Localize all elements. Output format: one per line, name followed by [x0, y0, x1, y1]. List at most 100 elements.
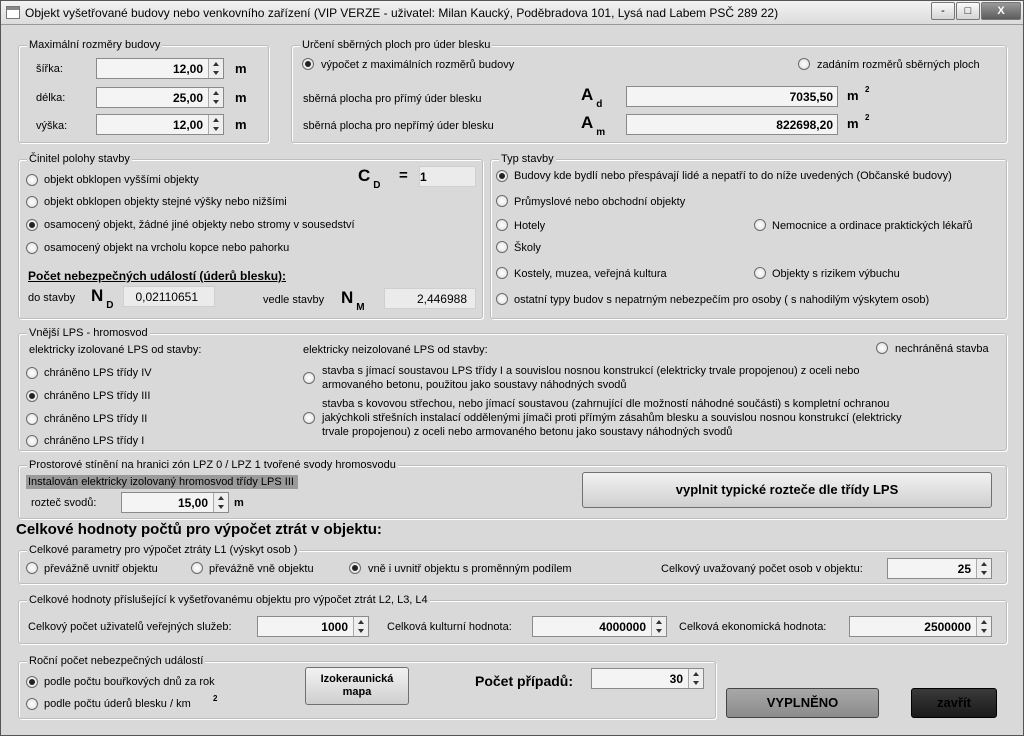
close-button[interactable]: zavřít [911, 688, 997, 718]
am-symbol: Am [581, 113, 606, 138]
position-isolated-label: osamocený objekt, žádné jiné objekty neb… [44, 219, 355, 231]
mostly-inside-label: převážně uvnitř objektu [44, 563, 158, 575]
radio-nonisolated-metal-roof[interactable] [303, 412, 315, 424]
app-window-icon [6, 6, 20, 19]
type-explosion-risk-label: Objekty s rizikem výbuchu [772, 268, 900, 280]
cultural-value-label: Celková kulturní hodnota: [387, 621, 512, 633]
persons-input[interactable]: 25 [887, 558, 992, 579]
economic-value-spinner[interactable] [976, 617, 991, 636]
radio-unprotected[interactable] [876, 342, 888, 354]
radio-type-hotels[interactable] [496, 219, 508, 231]
direct-area-unit-sup: 2 [865, 85, 870, 94]
lps-iv-label: chráněno LPS třídy IV [44, 367, 152, 379]
done-button[interactable]: VYPLNĚNO [726, 688, 879, 718]
mostly-outside-label: převážně vně objektu [209, 563, 314, 575]
nm-value: 2,446988 [384, 288, 476, 309]
annual-events-legend: Roční počet nebezpečných událostí [27, 655, 206, 667]
width-input[interactable]: 12,00 [96, 58, 224, 79]
nd-symbol: ND [91, 286, 114, 311]
radio-lps-i[interactable] [26, 435, 38, 447]
isokeraunic-map-button[interactable]: Izokeraunická mapa [305, 667, 409, 705]
height-label: výška: [36, 120, 68, 132]
cd-equals: = [399, 167, 408, 184]
spacing-input[interactable]: 15,00 [121, 492, 229, 513]
lps-i-label: chráněno LPS třídy I [44, 435, 145, 447]
radio-type-residential[interactable] [496, 170, 508, 182]
external-lps-legend: Vnější LPS - hromosvod [27, 327, 150, 339]
cultural-value-spinner[interactable] [651, 617, 666, 636]
public-users-input[interactable]: 1000 [257, 616, 369, 637]
height-unit: m [235, 117, 247, 132]
indirect-area-value[interactable]: 822698,20 [626, 114, 838, 135]
radio-position-same[interactable] [26, 196, 38, 208]
radio-lps-iii[interactable] [26, 390, 38, 402]
ad-symbol: Ad [581, 85, 603, 110]
radio-strikes-per-km2[interactable] [26, 698, 38, 710]
installed-lps-banner: Instalován elektricky izolovaný hromosvo… [26, 475, 298, 489]
direct-area-unit: m [847, 88, 859, 103]
max-dimensions-legend: Maximální rozměry budovy [27, 39, 163, 51]
cases-input[interactable]: 30 [591, 668, 704, 689]
dialog-window: Objekt vyšetřované budovy nebo venkovníh… [0, 0, 1024, 736]
radio-calc-from-dimensions[interactable] [302, 58, 314, 70]
spacing-label: rozteč svodů: [31, 497, 97, 509]
nonisolated-metal-roof-line1: stavba s kovovou střechou, nebo jímací s… [322, 398, 890, 410]
strikes-per-km2-label: podle počtu úderů blesku / km [44, 698, 191, 710]
radio-enter-areas[interactable] [798, 58, 810, 70]
direct-area-value[interactable]: 7035,50 [626, 86, 838, 107]
width-label: šířka: [36, 63, 63, 75]
cases-spinner[interactable] [688, 669, 703, 688]
nonisolated-metal-roof-line3: trvale propojenou) z oceli nebo armované… [322, 426, 733, 438]
isokeraunic-map-button-line2: mapa [342, 686, 372, 698]
height-spinner[interactable] [208, 115, 223, 134]
collecting-areas-legend: Určení sběrných ploch pro úder blesku [300, 39, 493, 51]
position-taller-label: objekt obklopen vyššími objekty [44, 174, 199, 186]
radio-position-isolated[interactable] [26, 219, 38, 231]
cd-value: 1 [419, 166, 476, 187]
radio-type-schools[interactable] [496, 241, 508, 253]
isolated-lps-heading: elektricky izolované LPS od stavby: [29, 344, 202, 356]
persons-spinner[interactable] [976, 559, 991, 578]
radio-nonisolated-steel[interactable] [303, 372, 315, 384]
width-unit: m [235, 61, 247, 76]
calc-from-dimensions-label: výpočet z maximálních rozměrů budovy [321, 59, 515, 71]
close-window-button[interactable]: X [981, 2, 1021, 20]
type-industrial-label: Průmyslové nebo obchodní objekty [514, 196, 686, 208]
nd-value: 0,02110651 [123, 286, 215, 307]
type-churches-label: Kostely, muzea, veřejná kultura [514, 268, 667, 280]
unprotected-label: nechráněná stavba [895, 343, 989, 355]
lps-iii-label: chráněno LPS třídy III [44, 390, 151, 402]
radio-lps-ii[interactable] [26, 413, 38, 425]
radio-thunderstorm-days[interactable] [26, 676, 38, 688]
width-spinner[interactable] [208, 59, 223, 78]
radio-type-explosion-risk[interactable] [754, 267, 766, 279]
length-input[interactable]: 25,00 [96, 87, 224, 108]
totals-heading: Celkové hodnoty počtů pro výpočet ztrát … [16, 521, 382, 538]
position-same-label: objekt obklopen objekty stejné výšky neb… [44, 196, 287, 208]
economic-value-input[interactable]: 2500000 [849, 616, 992, 637]
radio-type-hospitals[interactable] [754, 219, 766, 231]
public-users-spinner[interactable] [353, 617, 368, 636]
radio-position-taller[interactable] [26, 174, 38, 186]
cultural-value-input[interactable]: 4000000 [532, 616, 667, 637]
spacing-unit: m [234, 497, 244, 509]
height-input[interactable]: 12,00 [96, 114, 224, 135]
radio-type-churches[interactable] [496, 267, 508, 279]
radio-type-other[interactable] [496, 293, 508, 305]
radio-lps-iv[interactable] [26, 367, 38, 379]
lps-ii-label: chráněno LPS třídy II [44, 413, 148, 425]
radio-type-industrial[interactable] [496, 195, 508, 207]
spacing-spinner[interactable] [213, 493, 228, 512]
radio-mostly-inside[interactable] [26, 562, 38, 574]
radio-inside-outside[interactable] [349, 562, 361, 574]
fill-spacing-button[interactable]: vyplnit typické rozteče dle třídy LPS [582, 472, 992, 508]
radio-position-hilltop[interactable] [26, 242, 38, 254]
length-unit: m [235, 90, 247, 105]
radio-mostly-outside[interactable] [191, 562, 203, 574]
maximize-button[interactable]: □ [956, 2, 980, 20]
enter-areas-label: zadáním rozměrů sběrných ploch [817, 59, 980, 71]
minimize-button[interactable]: - [931, 2, 955, 20]
cases-label: Počet případů: [475, 673, 574, 689]
length-spinner[interactable] [208, 88, 223, 107]
indirect-area-label: sběrná plocha pro nepřímý úder blesku [303, 120, 494, 132]
